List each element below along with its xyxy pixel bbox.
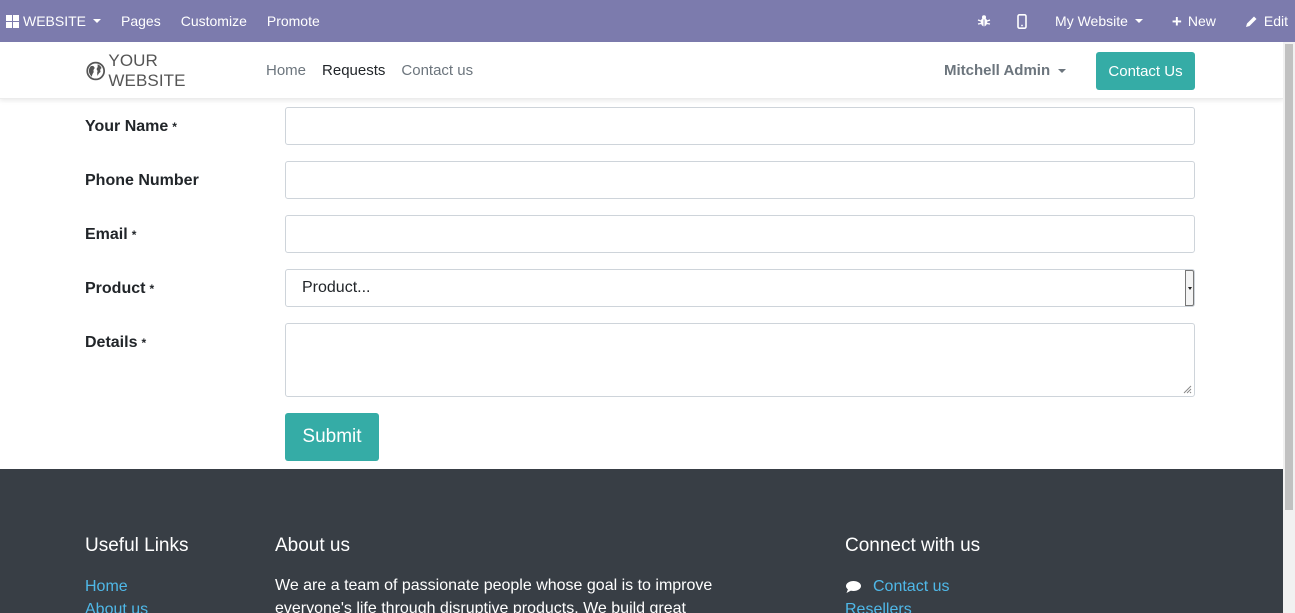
chevron-down-icon <box>93 19 102 23</box>
apps-menu-label: WEBSITE <box>23 13 87 29</box>
site-logo[interactable]: YOUR WEBSITE <box>86 51 236 90</box>
field-label: Product * <box>85 280 154 298</box>
user-name: Mitchell Admin <box>944 62 1051 79</box>
useful-links-title: Useful Links <box>85 535 189 556</box>
my-website-label: My Website <box>1055 13 1128 29</box>
edit-button[interactable]: Edit <box>1231 0 1295 42</box>
resize-grip-icon[interactable] <box>1182 384 1192 394</box>
field-label: Phone Number <box>85 172 199 190</box>
required-marker: * <box>141 336 147 350</box>
new-label: New <box>1187 13 1216 29</box>
contact-us-link-label: Contact us <box>873 578 950 595</box>
field-label-text: Phone Number <box>85 172 199 189</box>
contact-us-button[interactable]: Contact Us <box>1096 52 1195 90</box>
globe-icon <box>86 61 106 81</box>
required-marker: * <box>149 282 155 296</box>
footer-link-about-us[interactable]: About us <box>85 598 148 613</box>
phone-number-input[interactable] <box>285 161 1195 199</box>
field-label: Your Name * <box>85 118 177 136</box>
field-label-text: Details <box>85 334 138 351</box>
required-marker: * <box>131 228 137 242</box>
about-us-title: About us <box>275 535 350 556</box>
product-select[interactable]: Product... <box>285 269 1195 307</box>
mobile-icon <box>1017 13 1027 29</box>
chevron-down-icon <box>1058 68 1067 73</box>
nav-item-contact-us[interactable]: Contact us <box>393 62 481 79</box>
your-name-input[interactable] <box>285 107 1195 145</box>
required-marker: * <box>172 120 177 134</box>
my-website-dropdown[interactable]: My Website <box>1041 0 1156 42</box>
page-scrollbar[interactable] <box>1283 42 1295 613</box>
field-label-text: Email <box>85 226 128 243</box>
product-select-value: Product... <box>302 279 371 296</box>
apps-grid-icon <box>6 14 19 28</box>
plus-icon: + <box>1171 11 1182 31</box>
menu-customize[interactable]: Customize <box>171 0 257 42</box>
field-label-text: Your Name <box>85 118 169 135</box>
field-label-text: Product <box>85 280 146 297</box>
bug-icon <box>977 15 991 27</box>
footer-link-contact-us[interactable]: Contact us <box>845 575 949 598</box>
admin-topbar: WEBSITE Pages Customize Promote My Websi… <box>0 0 1295 42</box>
menu-pages[interactable]: Pages <box>111 0 171 42</box>
comment-icon <box>846 580 861 593</box>
chevron-down-icon <box>1134 19 1143 23</box>
pencil-icon <box>1245 16 1257 27</box>
submit-button[interactable]: Submit <box>285 413 379 461</box>
edit-label: Edit <box>1263 13 1288 29</box>
apps-menu-button[interactable]: WEBSITE <box>0 0 111 42</box>
nav-item-home[interactable]: Home <box>258 62 314 79</box>
site-header: YOUR WEBSITE Home Requests Contact us Mi… <box>0 42 1283 99</box>
details-textarea[interactable] <box>285 323 1195 397</box>
nav-item-requests[interactable]: Requests <box>314 62 393 79</box>
user-menu[interactable]: Mitchell Admin <box>944 42 1067 99</box>
mobile-preview-button[interactable] <box>1003 0 1041 42</box>
menu-promote[interactable]: Promote <box>257 0 330 42</box>
connect-links-list: Contact us Resellers <box>845 575 949 613</box>
field-label: Details * <box>85 334 146 352</box>
connect-title: Connect with us <box>845 535 981 556</box>
logo-text: YOUR WEBSITE <box>108 51 186 90</box>
select-arrow-icon <box>1185 270 1194 306</box>
footer-link-resellers[interactable]: Resellers <box>845 598 949 613</box>
scrollbar-thumb[interactable] <box>1285 44 1293 510</box>
new-button[interactable]: + New <box>1156 0 1231 42</box>
email-input[interactable] <box>285 215 1195 253</box>
useful-links-list: Home About us <box>85 575 148 613</box>
main-nav: Home Requests Contact us <box>258 42 481 99</box>
debug-bug-icon[interactable] <box>965 0 1003 42</box>
field-label: Email * <box>85 226 136 244</box>
site-footer: Useful Links Home About us About us We a… <box>0 469 1283 613</box>
about-us-text: We are a team of passionate people whose… <box>275 577 713 613</box>
footer-link-home[interactable]: Home <box>85 575 148 598</box>
